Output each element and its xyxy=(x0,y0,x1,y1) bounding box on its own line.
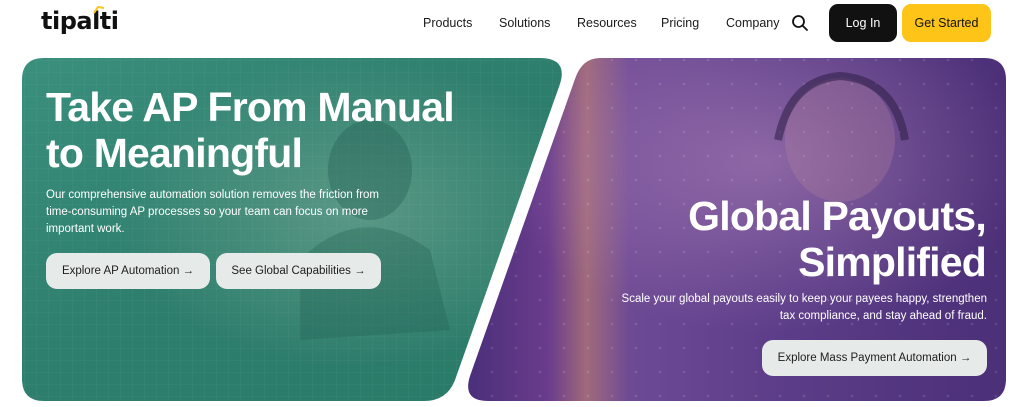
explore-mass-payment-automation-button[interactable]: Explore Mass Payment Automation → xyxy=(762,340,987,376)
hero-left-title: Take AP From Manual to Meaningful xyxy=(46,84,486,176)
nav-pricing[interactable]: Pricing xyxy=(661,15,699,31)
hero-right-description: Scale your global payouts easily to keep… xyxy=(621,293,987,322)
nav-products[interactable]: Products xyxy=(423,15,472,31)
hero-left-title-line2: to Meaningful xyxy=(46,130,303,176)
logo-accent-icon xyxy=(93,6,105,14)
nav-solutions[interactable]: Solutions xyxy=(499,15,550,31)
site-header: tipalti Products Solutions Resources Pri… xyxy=(0,0,1024,48)
hero-right-title-line2: Simplified xyxy=(798,239,987,285)
search-icon xyxy=(792,15,808,31)
see-global-capabilities-button[interactable]: See Global Capabilities → xyxy=(216,253,381,289)
nav-company[interactable]: Company xyxy=(726,15,780,31)
nav-resources[interactable]: Resources xyxy=(577,15,637,31)
get-started-button[interactable]: Get Started xyxy=(902,4,991,42)
search-button[interactable] xyxy=(790,13,810,33)
explore-ap-automation-button[interactable]: Explore AP Automation → xyxy=(46,253,210,289)
hero-left-title-line1: Take AP From Manual xyxy=(46,84,455,130)
hero-right-title-line1: Global Payouts, xyxy=(688,193,987,239)
hero-right-title: Global Payouts, Simplified xyxy=(626,193,987,285)
login-button[interactable]: Log In xyxy=(829,4,897,42)
hero-left-description: Our comprehensive automation solution re… xyxy=(46,189,380,235)
tipalti-logo[interactable]: tipalti xyxy=(41,6,119,36)
